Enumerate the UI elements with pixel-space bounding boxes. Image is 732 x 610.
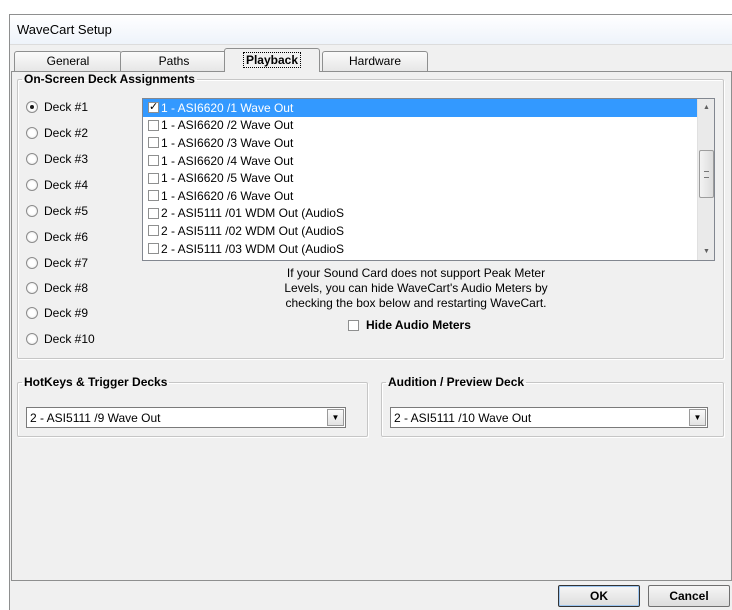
peak-meter-info: If your Sound Card does not support Peak… <box>251 266 581 311</box>
radio-button-icon <box>26 205 38 217</box>
checkbox-icon[interactable] <box>148 119 159 131</box>
deck-label: Deck #8 <box>44 281 89 295</box>
radio-button-icon <box>26 307 38 319</box>
checkbox-icon[interactable] <box>148 137 159 149</box>
cancel-button[interactable]: Cancel <box>648 585 730 607</box>
tab-label: Hardware <box>348 54 402 68</box>
deck-radio-4[interactable]: Deck #4 <box>26 176 88 194</box>
audition-legend: Audition / Preview Deck <box>388 375 525 389</box>
deck-radio-7[interactable]: Deck #7 <box>26 254 88 272</box>
deck-label: Deck #10 <box>44 332 95 346</box>
tab-playback[interactable]: Playback <box>224 48 320 72</box>
tab-label: Paths <box>158 54 190 68</box>
chevron-down-icon[interactable]: ▼ <box>689 409 706 426</box>
audition-dropdown[interactable]: 2 - ASI5111 /10 Wave Out ▼ <box>390 407 708 428</box>
deck-radio-9[interactable]: Deck #9 <box>26 304 88 322</box>
hotkeys-value: 2 - ASI5111 /9 Wave Out <box>30 410 161 425</box>
ok-button[interactable]: OK <box>558 585 640 607</box>
audition-group: Audition / Preview Deck 2 - ASI5111 /10 … <box>381 375 724 437</box>
deck-assignments-legend: On-Screen Deck Assignments <box>24 72 195 86</box>
tab-paths[interactable]: Paths <box>120 51 228 71</box>
info-line: If your Sound Card does not support Peak… <box>286 266 546 280</box>
output-label: 1 - ASI6620 /5 Wave Out <box>161 171 294 186</box>
output-label: 1 - ASI6620 /6 Wave Out <box>161 188 294 203</box>
playback-panel: On-Screen Deck Assignments Deck #1 Deck … <box>11 71 732 581</box>
deck-radio-3[interactable]: Deck #3 <box>26 150 88 168</box>
deck-radio-6[interactable]: Deck #6 <box>26 228 88 246</box>
scroll-down-arrow-icon[interactable]: ▼ <box>698 243 714 260</box>
output-list-items: 1 - ASI6620 /1 Wave Out 1 - ASI6620 /2 W… <box>143 99 698 257</box>
checkbox-icon[interactable] <box>148 172 159 184</box>
output-label: 2 - ASI5111 /02 WDM Out (AudioS <box>161 223 344 238</box>
list-item[interactable]: 1 - ASI6620 /4 Wave Out <box>143 152 698 170</box>
info-line: Levels, you can hide WaveCart's Audio Me… <box>284 281 548 295</box>
scroll-up-arrow-icon[interactable]: ▲ <box>698 99 714 116</box>
radio-button-icon <box>26 231 38 243</box>
deck-label: Deck #5 <box>44 204 89 218</box>
output-label: 2 - ASI5111 /03 WDM Out (AudioS <box>161 241 344 256</box>
hotkeys-group: HotKeys & Trigger Decks 2 - ASI5111 /9 W… <box>17 375 368 437</box>
deck-label: Deck #4 <box>44 178 89 192</box>
scroll-thumb[interactable] <box>699 150 714 198</box>
checkbox-icon[interactable] <box>348 319 359 331</box>
deck-label: Deck #9 <box>44 306 89 320</box>
checkbox-icon[interactable] <box>148 225 159 237</box>
list-item[interactable]: 1 - ASI6620 /1 Wave Out <box>143 99 698 117</box>
tab-label: Playback <box>242 52 302 68</box>
hotkeys-legend: HotKeys & Trigger Decks <box>24 375 168 389</box>
tab-hardware[interactable]: Hardware <box>322 51 428 71</box>
checkbox-icon[interactable] <box>148 100 159 114</box>
deck-assignments-group: On-Screen Deck Assignments Deck #1 Deck … <box>17 72 724 359</box>
hide-audio-meters-label: Hide Audio Meters <box>366 318 471 332</box>
list-item[interactable]: 1 - ASI6620 /2 Wave Out <box>143 117 698 135</box>
audition-value: 2 - ASI5111 /10 Wave Out <box>394 410 532 425</box>
output-label: 2 - ASI5111 /01 WDM Out (AudioS <box>161 206 344 221</box>
deck-radio-2[interactable]: Deck #2 <box>26 124 88 142</box>
radio-button-icon <box>26 282 38 294</box>
window-title: WaveCart Setup <box>17 22 112 37</box>
deck-radio-8[interactable]: Deck #8 <box>26 279 88 297</box>
tab-label: General <box>46 54 90 68</box>
radio-button-icon <box>26 333 38 345</box>
output-label: 1 - ASI6620 /1 Wave Out <box>161 100 294 115</box>
listbox-scrollbar[interactable]: ▲ ▼ <box>697 99 714 260</box>
output-listbox[interactable]: 1 - ASI6620 /1 Wave Out 1 - ASI6620 /2 W… <box>142 98 715 261</box>
list-item[interactable]: 1 - ASI6620 /5 Wave Out <box>143 169 698 187</box>
title-bar[interactable]: WaveCart Setup <box>10 15 732 45</box>
info-line: checking the box below and restarting Wa… <box>285 296 547 310</box>
setup-window: WaveCart Setup General Paths Playback Ha… <box>9 14 732 610</box>
radio-button-icon <box>26 257 38 269</box>
output-label: 1 - ASI6620 /4 Wave Out <box>161 153 294 168</box>
deck-label: Deck #3 <box>44 152 89 166</box>
deck-label: Deck #2 <box>44 126 89 140</box>
checkbox-icon[interactable] <box>148 190 159 202</box>
deck-label: Deck #1 <box>44 100 89 114</box>
list-item[interactable]: 1 - ASI6620 /3 Wave Out <box>143 134 698 152</box>
deck-label: Deck #6 <box>44 230 89 244</box>
checkbox-icon[interactable] <box>148 243 159 255</box>
chevron-down-icon[interactable]: ▼ <box>327 409 344 426</box>
radio-button-icon <box>26 153 38 165</box>
checkbox-icon[interactable] <box>148 155 159 167</box>
list-item[interactable]: 2 - ASI5111 /03 WDM Out (AudioS <box>143 240 698 258</box>
list-item[interactable]: 1 - ASI6620 /6 Wave Out <box>143 187 698 205</box>
checkbox-icon[interactable] <box>148 207 159 219</box>
tab-strip: General Paths Playback Hardware <box>10 48 732 72</box>
deck-radio-5[interactable]: Deck #5 <box>26 202 88 220</box>
list-item[interactable]: 2 - ASI5111 /01 WDM Out (AudioS <box>143 205 698 223</box>
output-label: 1 - ASI6620 /3 Wave Out <box>161 135 294 150</box>
radio-button-icon <box>26 101 38 113</box>
deck-radio-10[interactable]: Deck #10 <box>26 330 95 348</box>
list-item[interactable]: 2 - ASI5111 /02 WDM Out (AudioS <box>143 222 698 240</box>
deck-label: Deck #7 <box>44 256 89 270</box>
radio-button-icon <box>26 127 38 139</box>
radio-button-icon <box>26 179 38 191</box>
hotkeys-dropdown[interactable]: 2 - ASI5111 /9 Wave Out ▼ <box>26 407 346 428</box>
hide-audio-meters-checkbox[interactable]: Hide Audio Meters <box>348 318 471 332</box>
tab-general[interactable]: General <box>14 51 122 71</box>
output-label: 1 - ASI6620 /2 Wave Out <box>161 118 294 133</box>
deck-radio-1[interactable]: Deck #1 <box>26 98 88 116</box>
